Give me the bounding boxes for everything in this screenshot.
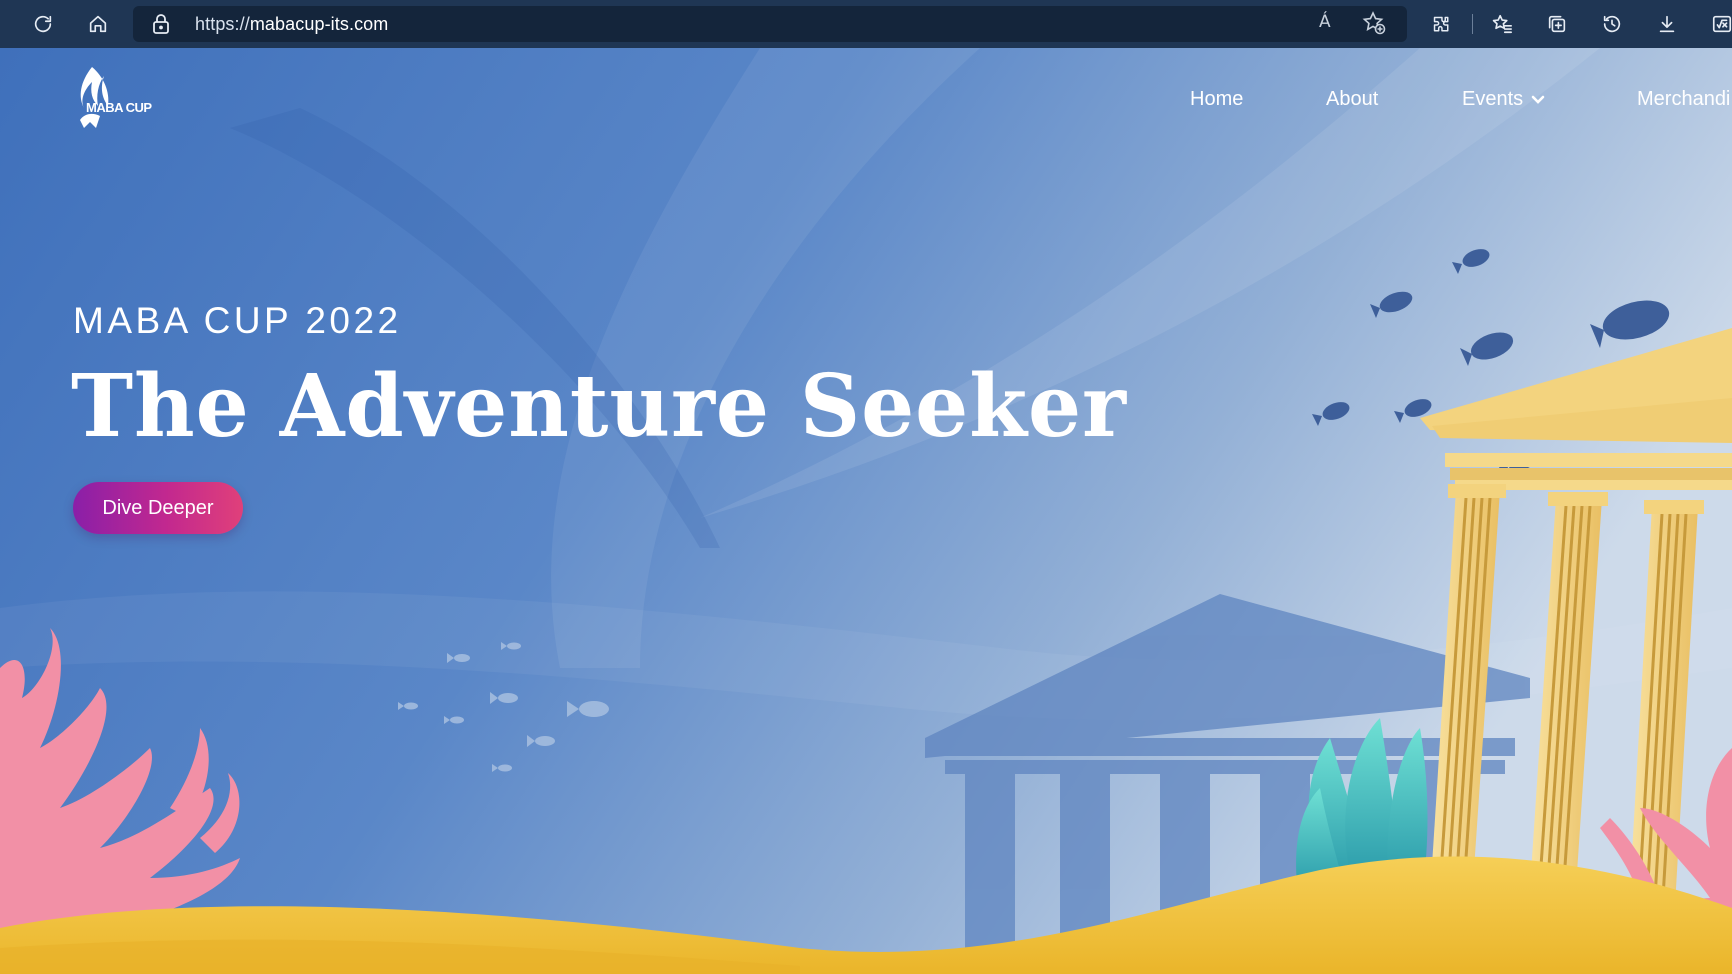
- collections-icon[interactable]: [1541, 8, 1573, 40]
- url-text[interactable]: https://mabacup-its.com: [195, 14, 388, 35]
- hero-eyebrow: MABA CUP 2022: [73, 300, 402, 341]
- underwater-background: [0, 48, 1732, 974]
- hero-title: The Adventure Seeker: [71, 356, 1127, 457]
- browser-toolbar: https://mabacup-its.com Á: [0, 0, 1732, 48]
- downloads-icon[interactable]: [1651, 8, 1683, 40]
- nav-events-label: Events: [1462, 88, 1524, 110]
- flame-logo-icon: [80, 67, 109, 128]
- add-favorite-icon[interactable]: [1361, 10, 1389, 38]
- extensions-icon[interactable]: [1425, 8, 1457, 40]
- history-icon[interactable]: [1596, 8, 1628, 40]
- nav-home[interactable]: Home: [1190, 88, 1243, 111]
- home-icon[interactable]: [82, 8, 114, 40]
- toolbar-divider: [1472, 14, 1473, 34]
- read-aloud-icon[interactable]: Á: [1319, 12, 1331, 32]
- site-logo[interactable]: MABA CUP: [70, 62, 160, 142]
- favorites-icon[interactable]: [1486, 8, 1518, 40]
- nav-merchandise[interactable]: Merchandi: [1637, 88, 1730, 111]
- url-scheme: https://: [195, 14, 250, 34]
- address-bar[interactable]: https://mabacup-its.com Á: [133, 6, 1407, 42]
- refresh-icon[interactable]: [27, 8, 59, 40]
- nav-about[interactable]: About: [1326, 88, 1378, 111]
- lock-icon[interactable]: [151, 13, 173, 35]
- chevron-down-icon: [1531, 88, 1545, 111]
- logo-text: MABA CUP: [86, 100, 152, 115]
- math-solver-icon[interactable]: [1706, 8, 1732, 40]
- dive-deeper-button[interactable]: Dive Deeper: [73, 482, 243, 534]
- hero-section: MABA CUP Home About Events Merchandi MAB…: [0, 48, 1732, 974]
- url-host: mabacup-its.com: [249, 14, 389, 34]
- nav-events[interactable]: Events: [1462, 88, 1545, 111]
